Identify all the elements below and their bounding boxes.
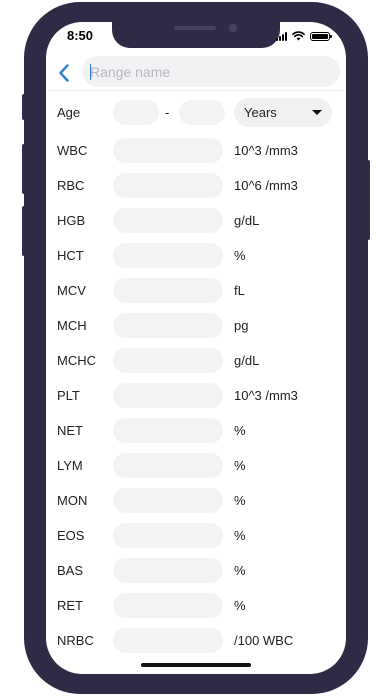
text-cursor (90, 64, 91, 80)
parameter-value-input[interactable] (113, 593, 223, 618)
parameter-value-input[interactable] (113, 488, 223, 513)
parameter-unit: g/dL (234, 213, 260, 228)
back-button[interactable] (50, 59, 78, 87)
parameter-unit: % (234, 528, 246, 543)
parameter-row: NRBC/100 WBC (46, 628, 346, 654)
parameter-row: RET% (46, 593, 346, 619)
parameter-row: LYM% (46, 453, 346, 479)
parameter-row: PLT 10^3 /mm3 (46, 383, 346, 409)
front-camera (229, 24, 237, 32)
parameter-unit: fL (234, 283, 245, 298)
wifi-icon (292, 31, 305, 41)
side-button-mute (22, 94, 27, 120)
status-icons (276, 31, 332, 41)
side-button-power (365, 160, 370, 240)
parameter-row: HGB g/dL (46, 208, 346, 234)
age-row: Age - Years (46, 98, 346, 127)
parameter-row: MON% (46, 488, 346, 514)
parameter-unit: 10^3 /mm3 (234, 388, 298, 403)
parameter-unit: % (234, 248, 246, 263)
parameter-label: HCT (57, 248, 84, 263)
parameter-row: WBC 10^3 /mm3 (46, 138, 346, 164)
parameter-label: PLT (57, 388, 80, 403)
parameter-value-input[interactable] (113, 278, 223, 303)
notch (112, 22, 280, 48)
parameter-label: BAS (57, 563, 84, 578)
parameter-label: NRBC (57, 633, 94, 648)
parameter-value-input[interactable] (113, 628, 223, 653)
parameter-unit: /100 WBC (234, 633, 294, 648)
range-name-input[interactable] (82, 56, 340, 87)
parameter-label: MCHC (57, 353, 96, 368)
parameter-unit: 10^6 /mm3 (234, 178, 298, 193)
parameter-row: NET% (46, 418, 346, 444)
parameter-value-input[interactable] (113, 523, 223, 548)
parameter-value-input[interactable] (113, 418, 223, 443)
parameter-unit: % (234, 423, 246, 438)
parameter-row: HCT% (46, 243, 346, 269)
parameter-label: MON (57, 493, 88, 508)
age-unit-value: Years (244, 105, 277, 120)
parameter-label: MCV (57, 283, 86, 298)
parameter-label: RBC (57, 178, 85, 193)
signal-icon (276, 32, 287, 41)
parameter-label: NET (57, 423, 83, 438)
age-label: Age (57, 105, 81, 120)
parameter-label: WBC (57, 143, 88, 158)
parameter-label: EOS (57, 528, 85, 543)
parameter-row: EOS% (46, 523, 346, 549)
parameter-label: MCH (57, 318, 87, 333)
phone-screen: 8:50 Age - Years W (46, 22, 346, 674)
parameter-value-input[interactable] (113, 453, 223, 478)
parameter-value-input[interactable] (113, 173, 223, 198)
parameter-value-input[interactable] (113, 243, 223, 268)
caret-down-icon (312, 110, 322, 115)
parameter-unit: % (234, 598, 246, 613)
nav-bar (46, 54, 346, 92)
parameter-row: MCHC g/dL (46, 348, 346, 374)
parameter-row: MCV fL (46, 278, 346, 304)
parameter-value-input[interactable] (113, 138, 223, 163)
parameter-unit: 10^3 /mm3 (234, 143, 298, 158)
parameter-label: HGB (57, 213, 86, 228)
parameter-value-input[interactable] (113, 383, 223, 408)
parameter-row: RBC 10^6 /mm3 (46, 173, 346, 199)
nav-divider (46, 90, 346, 91)
age-unit-dropdown[interactable]: Years (234, 98, 332, 127)
parameter-row: MCH pg (46, 313, 346, 339)
parameter-unit: % (234, 493, 246, 508)
parameter-row: BAS% (46, 558, 346, 584)
age-separator: - (165, 105, 170, 120)
parameter-value-input[interactable] (113, 208, 223, 233)
home-indicator (141, 663, 251, 667)
parameter-value-input[interactable] (113, 313, 223, 338)
chevron-left-icon (59, 64, 69, 82)
parameter-unit: % (234, 563, 246, 578)
parameter-value-input[interactable] (113, 558, 223, 583)
age-max-input[interactable] (179, 100, 225, 125)
status-time: 8:50 (67, 28, 94, 43)
parameter-label: LYM (57, 458, 83, 473)
battery-icon (310, 32, 332, 41)
speaker-grille (174, 26, 216, 30)
side-button-volume-down (22, 206, 27, 256)
side-button-volume-up (22, 144, 27, 194)
parameter-unit: pg (234, 318, 249, 333)
parameter-unit: g/dL (234, 353, 260, 368)
age-min-input[interactable] (113, 100, 159, 125)
parameter-value-input[interactable] (113, 348, 223, 373)
parameter-label: RET (57, 598, 83, 613)
parameter-unit: % (234, 458, 246, 473)
